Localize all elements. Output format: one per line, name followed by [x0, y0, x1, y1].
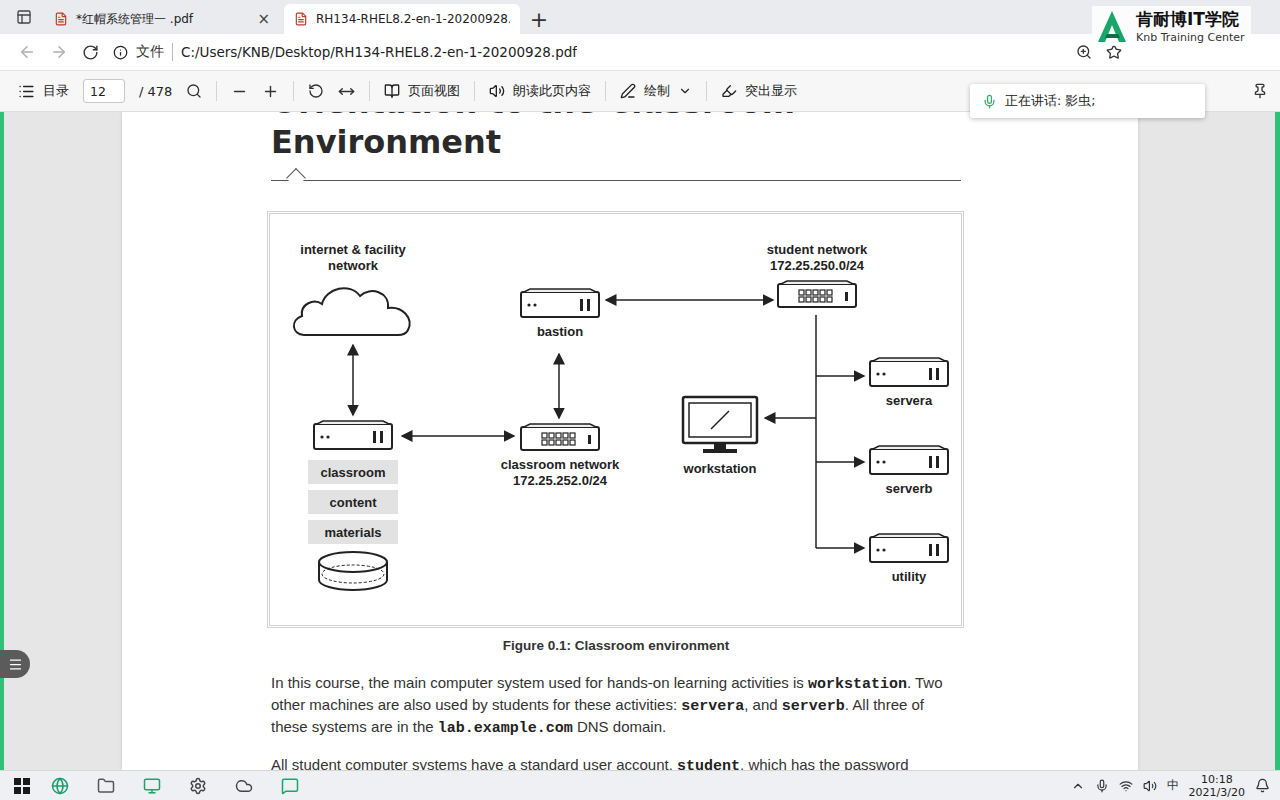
tray-expand-icon[interactable] — [1071, 779, 1085, 793]
content-tag: classroom — [308, 460, 398, 484]
workstation-node: workstation — [660, 395, 780, 477]
tool-icon — [384, 83, 400, 99]
app-icon[interactable] — [136, 772, 168, 800]
zoom-icon[interactable] — [1076, 44, 1092, 60]
server-node: serverb — [859, 445, 959, 497]
address-row: 文件 C:/Users/KNB/Desktop/RH134-RHEL8.2-en-… — [0, 34, 1280, 70]
zoom-out-icon[interactable] — [231, 83, 248, 100]
node-label: student network172.25.250.0/24 — [767, 242, 867, 274]
tab-close[interactable]: × — [257, 10, 270, 28]
heading-rule — [271, 180, 961, 181]
node-label: servera — [886, 393, 932, 409]
forward-icon[interactable] — [50, 43, 68, 61]
desktop: *红帽系统管理一 .pdf×RH134-RHEL8.2-en-1-2020092… — [0, 0, 1280, 800]
switch-icon — [520, 423, 600, 451]
node-label: bastion — [537, 324, 583, 340]
pdf-tool-button[interactable]: 页面视图 — [384, 82, 460, 100]
back-icon[interactable] — [18, 43, 36, 61]
classroom-diagram: internet & facilitynetwork classroom conte… — [267, 211, 964, 628]
address-url: C:/Users/KNB/Desktop/RH134-RHEL8.2-en-1-… — [181, 44, 577, 60]
favorite-star-icon[interactable] — [1106, 44, 1122, 60]
server-icon — [869, 357, 949, 387]
folder-icon[interactable] — [90, 772, 122, 800]
server-icon — [869, 533, 949, 563]
node-label: internet & facilitynetwork — [300, 242, 405, 274]
content-server-node: classroom content materials — [308, 420, 398, 592]
figure-caption: Figure 0.1: Classroom environment — [271, 638, 961, 653]
notification-icon[interactable] — [1255, 778, 1270, 793]
pdf-tool-button[interactable]: 绘制 — [620, 82, 692, 100]
tool-icon — [620, 83, 636, 99]
browser-tab[interactable]: RH134-RHEL8.2-en-1-20200928.p — [284, 4, 520, 34]
app-icon[interactable] — [274, 772, 306, 800]
info-icon[interactable] — [113, 45, 128, 60]
refresh-icon[interactable] — [82, 44, 99, 61]
server-node: bastion — [510, 288, 610, 340]
node-label: workstation — [684, 461, 757, 477]
cloud-icon — [290, 280, 416, 338]
address-bar[interactable]: 文件 C:/Users/KNB/Desktop/RH134-RHEL8.2-en-… — [113, 43, 1062, 61]
browser-tab[interactable]: *红帽系统管理一 .pdf× — [44, 4, 280, 34]
side-handle[interactable] — [0, 650, 30, 678]
pdf-page: Orientation to the ClassroomEnvironment i… — [122, 112, 1138, 770]
app-icon[interactable] — [182, 772, 214, 800]
speaking-popup: 正在讲话: 影虫; — [970, 84, 1205, 118]
page-heading: Orientation to the ClassroomEnvironment — [271, 112, 961, 162]
pdf-file-icon — [294, 12, 308, 26]
workstation-icon — [681, 395, 759, 455]
pin-icon[interactable] — [1252, 83, 1268, 99]
cloud-node: internet & facilitynetwork — [283, 242, 423, 338]
clock[interactable]: 10:182021/3/20 — [1189, 773, 1245, 799]
contents-button[interactable]: 目录 — [18, 82, 69, 100]
windows-logo-icon[interactable] — [14, 778, 30, 794]
pdf-tool-button[interactable]: 突出显示 — [721, 82, 797, 100]
microphone-icon — [982, 94, 997, 109]
tab-actions-icon[interactable] — [8, 0, 40, 34]
body-paragraph: In this course, the main computer system… — [271, 673, 961, 739]
node-label: utility — [892, 569, 927, 585]
pdf-file-icon — [54, 12, 68, 26]
switch-node: student network172.25.250.0/24 — [727, 242, 907, 308]
list-icon — [18, 83, 35, 100]
tool-icon — [489, 83, 505, 99]
tool-icon — [721, 83, 737, 99]
system-tray: 中 10:182021/3/20 — [1071, 773, 1270, 799]
server-icon — [869, 445, 949, 475]
network-icon[interactable] — [1119, 779, 1133, 793]
disk-icon — [317, 550, 389, 592]
switch-node: classroom network172.25.252.0/24 — [470, 423, 650, 489]
pdf-viewport: Orientation to the ClassroomEnvironment i… — [0, 112, 1280, 770]
chevron-down-icon[interactable] — [678, 84, 692, 98]
pdf-tool-button[interactable]: 朗读此页内容 — [489, 82, 591, 100]
node-label: classroom network172.25.252.0/24 — [501, 457, 620, 489]
new-tab-button[interactable]: + — [524, 4, 554, 34]
content-tags: classroom content materials — [308, 460, 398, 544]
volume-icon[interactable] — [1143, 779, 1157, 793]
zoom-in-icon[interactable] — [262, 83, 279, 100]
server-node: utility — [859, 533, 959, 585]
edge-icon[interactable] — [44, 772, 76, 800]
node-label: serverb — [886, 481, 933, 497]
ime-indicator[interactable]: 中 — [1167, 777, 1179, 794]
rotate-icon[interactable] — [308, 83, 324, 99]
content-tag: content — [308, 490, 398, 514]
brand-logo-icon — [1094, 8, 1130, 44]
search-icon[interactable] — [186, 83, 202, 99]
taskbar: 中 10:182021/3/20 — [0, 770, 1280, 800]
server-icon — [520, 288, 600, 318]
page-number-field[interactable]: 12 — [83, 79, 125, 103]
microphone-icon[interactable] — [1095, 779, 1109, 793]
address-scheme: 文件 — [136, 43, 173, 61]
fit-width-icon[interactable] — [338, 83, 355, 100]
tab-strip: *红帽系统管理一 .pdf×RH134-RHEL8.2-en-1-2020092… — [0, 0, 1280, 34]
body-paragraph: All student computer systems have a stan… — [271, 755, 961, 770]
page-total: / 478 — [139, 84, 172, 99]
switch-icon — [777, 280, 857, 308]
app-icon[interactable] — [228, 772, 260, 800]
brand-logo: 肯耐博IT学院Knb Training Center — [1092, 6, 1251, 46]
menu-icon — [8, 657, 23, 672]
server-icon — [313, 420, 393, 450]
server-node: servera — [859, 357, 959, 409]
content-tag: materials — [308, 520, 398, 544]
